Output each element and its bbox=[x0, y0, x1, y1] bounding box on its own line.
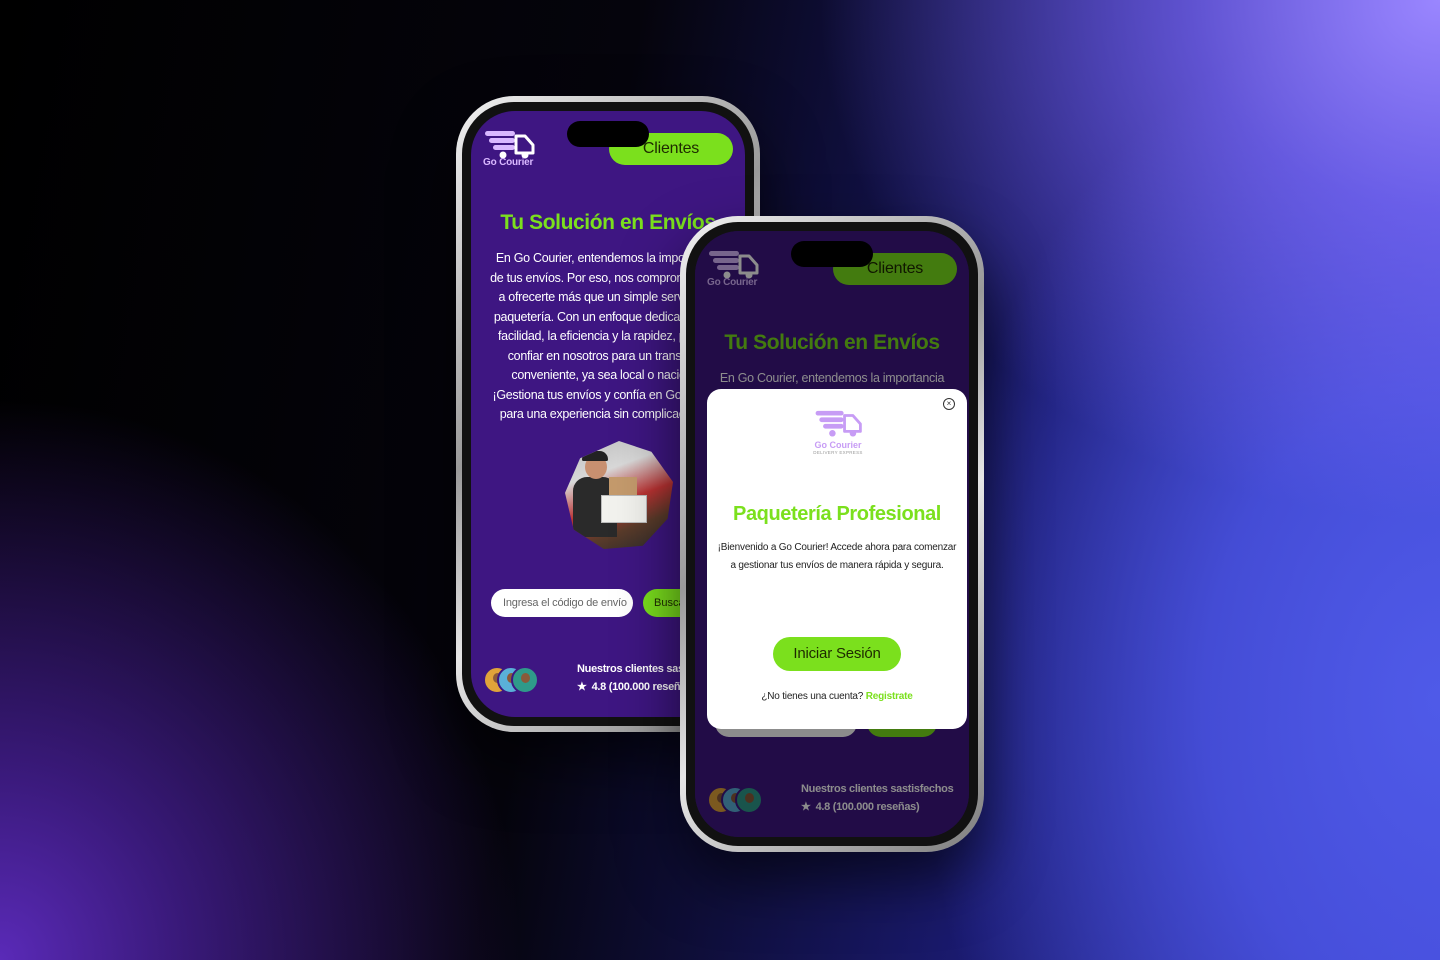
brand-name: Go Courier bbox=[483, 157, 534, 168]
star-icon: ★ bbox=[577, 681, 587, 693]
customer-avatars bbox=[483, 666, 553, 696]
login-button[interactable]: Iniciar Sesión bbox=[773, 637, 901, 671]
modal-brand-logo: Go Courier DELIVERY EXPRESS bbox=[811, 409, 865, 455]
courier-photo bbox=[565, 441, 673, 549]
phone-bezel: Go Courier Clientes Tu Solución en Envío… bbox=[686, 222, 978, 846]
modal-brand-name: Go Courier bbox=[814, 440, 862, 450]
modal-text: ¡Bienvenido a Go Courier! Accede ahora p… bbox=[717, 542, 957, 571]
modal-brand-tagline: DELIVERY EXPRESS bbox=[813, 450, 863, 455]
modal-screen: Go Courier Clientes Tu Solución en Envío… bbox=[695, 231, 969, 837]
phone-login-modal: Go Courier Clientes Tu Solución en Envío… bbox=[680, 216, 984, 852]
avatar bbox=[511, 666, 539, 694]
dynamic-island bbox=[567, 121, 649, 147]
register-prompt-text: ¿No tienes una cuenta? bbox=[761, 691, 864, 702]
brand-logo[interactable]: Go Courier bbox=[483, 129, 539, 168]
register-prompt: ¿No tienes una cuenta? Registrate bbox=[707, 691, 967, 702]
modal-title: Paquetería Profesional bbox=[733, 503, 941, 525]
welcome-modal: × Go Courier DELIVERY EXPRESS Paquetería… bbox=[707, 389, 967, 729]
tracking-code-input[interactable]: Ingresa el código de envío bbox=[491, 589, 633, 617]
register-link[interactable]: Registrate bbox=[866, 691, 913, 702]
truck-logo-icon bbox=[815, 410, 862, 437]
truck-logo-icon bbox=[485, 131, 535, 159]
dynamic-island bbox=[791, 241, 873, 267]
close-icon[interactable]: × bbox=[943, 398, 955, 410]
reviews-rating: ★ 4.8 (100.000 reseñas) bbox=[577, 680, 696, 693]
